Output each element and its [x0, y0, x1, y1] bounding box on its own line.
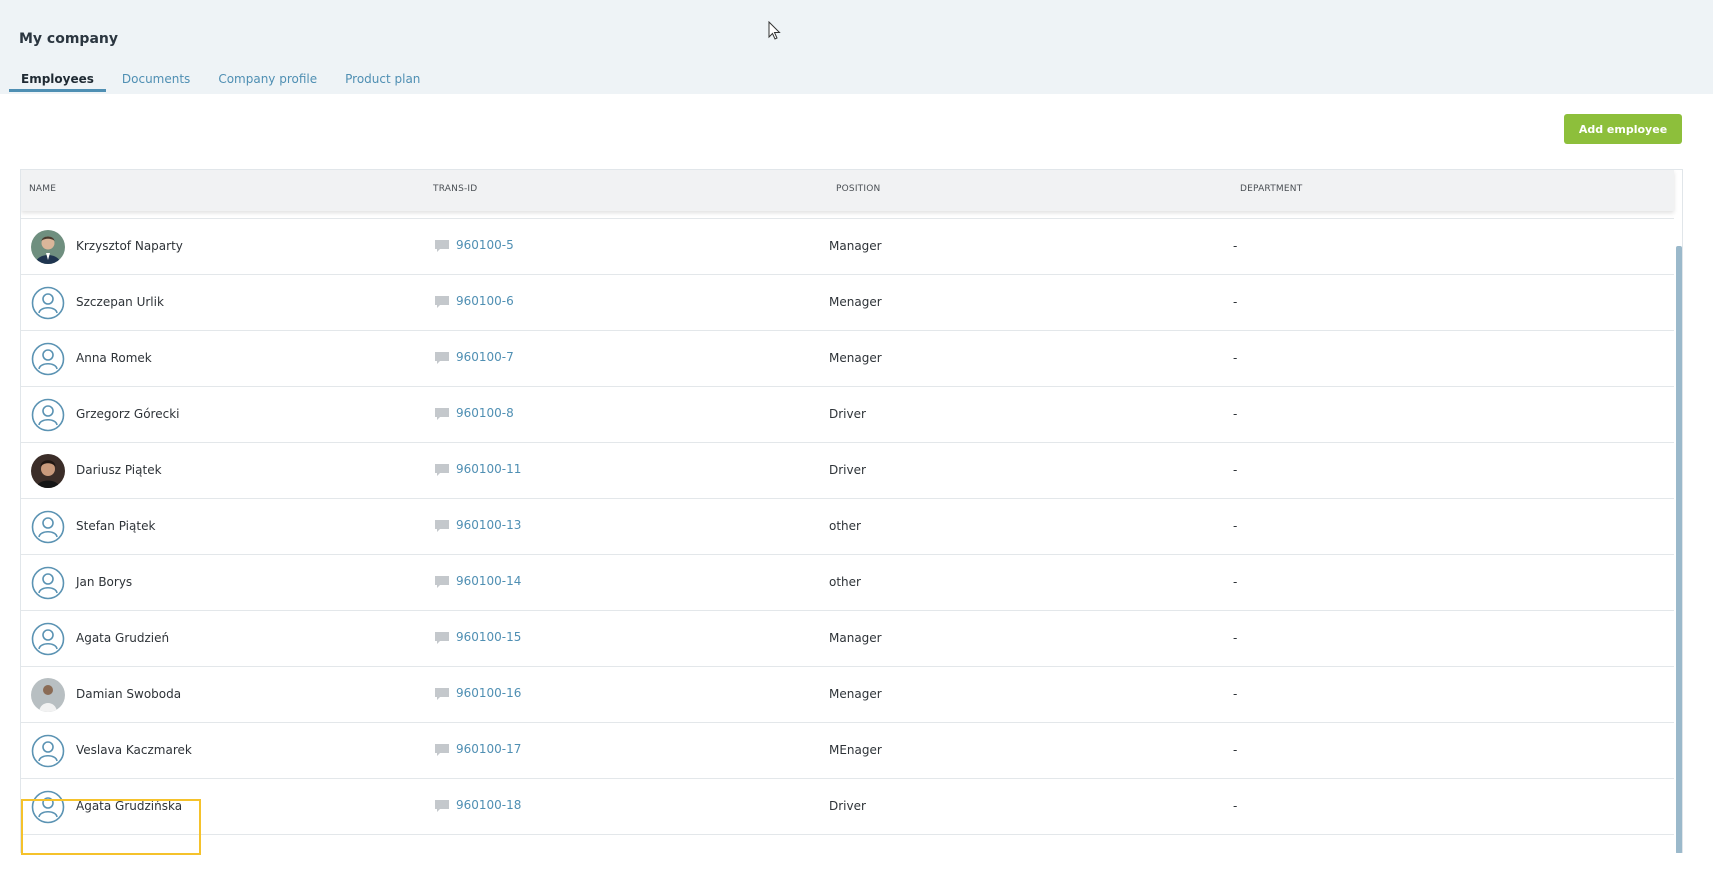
employee-position: other [829, 575, 861, 589]
employee-position: Driver [829, 407, 866, 421]
message-icon[interactable] [434, 574, 450, 593]
message-icon[interactable] [434, 798, 450, 817]
employee-name[interactable]: Dariusz Piątek [76, 463, 162, 477]
employee-department: - [1233, 575, 1238, 589]
trans-id-link[interactable]: 960100-5 [456, 238, 514, 252]
top-header: My company Employees Documents Company p… [0, 0, 1713, 94]
avatar-photo [31, 230, 65, 264]
employee-position: Manager [829, 239, 882, 253]
default-user-icon [31, 734, 65, 768]
employee-department: - [1233, 295, 1238, 309]
employees-table: Adam Smith960100-3Driver-Krzysztof Napar… [20, 169, 1683, 853]
trans-id-link[interactable]: 960100-15 [456, 630, 521, 644]
message-icon[interactable] [434, 350, 450, 369]
employee-position: Manager [829, 631, 882, 645]
table-row[interactable]: Agata Grudzińska 960100-18 Driver - [21, 779, 1674, 835]
trans-id-link[interactable]: 960100-16 [456, 686, 521, 700]
message-icon[interactable] [434, 742, 450, 761]
tab-product-plan[interactable]: Product plan [333, 66, 432, 92]
employee-department: - [1233, 687, 1238, 701]
employee-position: MEnager [829, 743, 882, 757]
employee-department: - [1233, 631, 1238, 645]
employee-name[interactable]: Jan Borys [76, 575, 132, 589]
message-icon[interactable] [434, 294, 450, 313]
table-row[interactable]: Veslava Kaczmarek 960100-17 MEnager - [21, 723, 1674, 779]
table-row[interactable]: Anna Romek 960100-7 Menager - [21, 331, 1674, 387]
tab-company-profile[interactable]: Company profile [206, 66, 329, 92]
message-icon[interactable] [434, 518, 450, 537]
add-employee-button[interactable]: Add employee [1564, 114, 1682, 144]
message-icon[interactable] [434, 686, 450, 705]
avatar-photo [31, 678, 65, 712]
message-icon[interactable] [434, 630, 450, 649]
table-row[interactable]: Agata Grudzień 960100-15 Manager - [21, 611, 1674, 667]
column-header-trans-id[interactable]: TRANS-ID [433, 184, 477, 194]
trans-id-link[interactable]: 960100-6 [456, 294, 514, 308]
employee-position: Menager [829, 351, 882, 365]
table-row[interactable]: Grzegorz Górecki 960100-8 Driver - [21, 387, 1674, 443]
trans-id-link[interactable]: 960100-17 [456, 742, 521, 756]
employee-department: - [1233, 407, 1238, 421]
employee-name[interactable]: Krzysztof Naparty [76, 239, 183, 253]
employee-department: - [1233, 799, 1238, 813]
column-header-position[interactable]: POSITION [836, 184, 880, 194]
default-user-icon [31, 286, 65, 320]
default-user-icon [31, 342, 65, 376]
trans-id-link[interactable]: 960100-13 [456, 518, 521, 532]
column-header-name[interactable]: NAME [29, 184, 56, 194]
default-user-icon [31, 566, 65, 600]
table-row[interactable]: Krzysztof Naparty 960100-5 Manager - [21, 219, 1674, 275]
message-icon[interactable] [434, 406, 450, 425]
tab-employees[interactable]: Employees [9, 66, 106, 92]
employee-position: Driver [829, 799, 866, 813]
message-icon[interactable] [434, 462, 450, 481]
message-icon[interactable] [434, 238, 450, 257]
default-user-icon [31, 790, 65, 824]
trans-id-link[interactable]: 960100-14 [456, 574, 521, 588]
trans-id-link[interactable]: 960100-8 [456, 406, 514, 420]
employee-department: - [1233, 463, 1238, 477]
scrollbar-thumb[interactable] [1676, 246, 1682, 853]
default-user-icon [31, 398, 65, 432]
employee-name[interactable]: Veslava Kaczmarek [76, 743, 192, 757]
employee-position: Menager [829, 687, 882, 701]
default-user-icon [31, 622, 65, 656]
tab-documents[interactable]: Documents [110, 66, 202, 92]
employee-position: Menager [829, 295, 882, 309]
table-header: NAME TRANS-ID POSITION DEPARTMENT [21, 170, 1674, 211]
employee-department: - [1233, 239, 1238, 253]
employee-name[interactable]: Szczepan Urlik [76, 295, 164, 309]
mouse-cursor-icon [768, 21, 781, 40]
default-user-icon [31, 510, 65, 544]
employee-name[interactable]: Damian Swoboda [76, 687, 181, 701]
column-header-department[interactable]: DEPARTMENT [1240, 184, 1302, 194]
employee-department: - [1233, 743, 1238, 757]
page-title: My company [19, 31, 118, 47]
employee-position: Driver [829, 463, 866, 477]
employee-department: - [1233, 519, 1238, 533]
table-row[interactable]: Dariusz Piątek 960100-11 Driver - [21, 443, 1674, 499]
employee-name[interactable]: Stefan Piątek [76, 519, 155, 533]
trans-id-link[interactable]: 960100-18 [456, 798, 521, 812]
employee-department: - [1233, 351, 1238, 365]
table-row[interactable]: Stefan Piątek 960100-13 other - [21, 499, 1674, 555]
trans-id-link[interactable]: 960100-11 [456, 462, 521, 476]
table-row[interactable]: Damian Swoboda 960100-16 Menager - [21, 667, 1674, 723]
employee-position: other [829, 519, 861, 533]
trans-id-link[interactable]: 960100-7 [456, 350, 514, 364]
tab-bar: Employees Documents Company profile Prod… [9, 66, 432, 94]
employee-name[interactable]: Agata Grudzień [76, 631, 169, 645]
table-row[interactable]: Szczepan Urlik 960100-6 Menager - [21, 275, 1674, 331]
employee-name[interactable]: Anna Romek [76, 351, 152, 365]
avatar-photo [31, 454, 65, 488]
table-row[interactable]: Jan Borys 960100-14 other - [21, 555, 1674, 611]
employee-name[interactable]: Grzegorz Górecki [76, 407, 180, 421]
employee-name[interactable]: Agata Grudzińska [76, 799, 182, 813]
